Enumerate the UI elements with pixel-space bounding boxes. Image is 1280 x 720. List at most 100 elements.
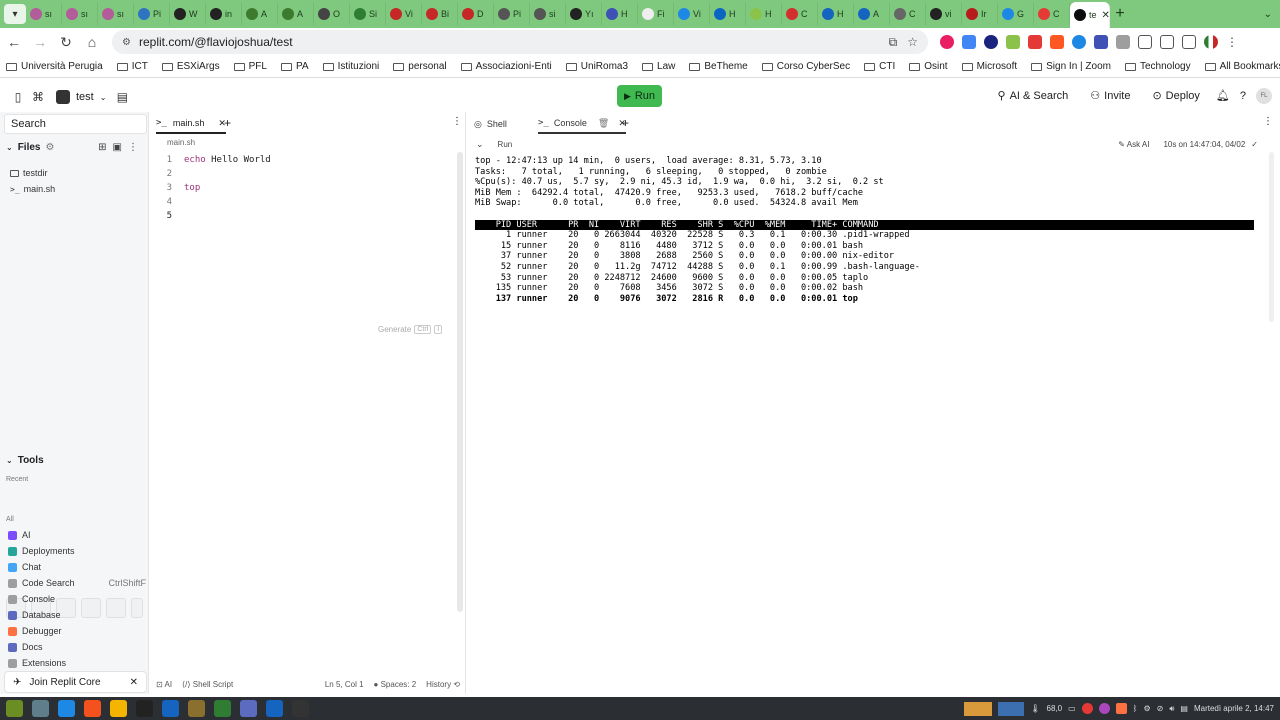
browser-tab[interactable]: H xyxy=(710,3,746,25)
new-file-icon[interactable]: ⊞ xyxy=(98,142,112,153)
bookmark-folder[interactable]: Università Perugia xyxy=(6,61,103,72)
ai-status[interactable]: ⊡ AI xyxy=(156,680,172,689)
taskbar-app-icon[interactable] xyxy=(58,700,75,717)
new-folder-icon[interactable]: ▣ xyxy=(113,142,128,153)
browser-tab[interactable]: Fi xyxy=(638,3,674,25)
taskbar-app-icon[interactable] xyxy=(136,700,153,717)
taskbar-app-icon[interactable] xyxy=(240,700,257,717)
kebab-menu-icon[interactable]: ⋮ xyxy=(1263,116,1273,127)
tray-app-icon[interactable] xyxy=(1115,703,1127,714)
browser-tab[interactable]: O xyxy=(314,3,350,25)
taskbar-app-icon[interactable] xyxy=(110,700,127,717)
deploy-button[interactable]: ⊙ Deploy xyxy=(1146,87,1205,104)
tool-item[interactable]: Deployments xyxy=(8,546,146,556)
browser-tab[interactable]: Yı xyxy=(566,3,602,25)
clipboard-icon[interactable]: ▤ xyxy=(1180,704,1188,713)
browser-tab[interactable]: C xyxy=(1034,3,1070,25)
tool-item[interactable]: Debugger xyxy=(8,626,146,636)
extension-icon[interactable] xyxy=(1116,35,1130,49)
pocket-extension-icon[interactable] xyxy=(1028,35,1042,49)
new-tab-button[interactable]: + xyxy=(1110,5,1130,23)
back-button[interactable]: ← xyxy=(2,34,26,50)
file-tree-item[interactable]: testdir xyxy=(10,168,48,178)
language-status[interactable]: ⟨/⟩ Shell Script xyxy=(182,680,233,689)
taskbar-app-icon[interactable] xyxy=(188,700,205,717)
extension-icon[interactable] xyxy=(1072,35,1086,49)
install-app-icon[interactable]: ⧉ xyxy=(889,35,898,50)
bookmark-folder[interactable]: UniRoma3 xyxy=(565,61,628,72)
browser-tab[interactable]: sı xyxy=(98,3,134,25)
code-line[interactable]: 3 top xyxy=(150,183,450,197)
notifications-bell-icon[interactable]: 🔔︎ xyxy=(1216,89,1230,102)
trash-icon[interactable]: 🗑︎ xyxy=(598,118,609,129)
repl-name-button[interactable]: test ⌄ xyxy=(56,90,106,104)
browser-tab[interactable]: Vi xyxy=(674,3,710,25)
site-info-icon[interactable]: ⚙ xyxy=(122,37,131,48)
close-icon[interactable]: ✕ xyxy=(130,677,138,688)
run-entry-label[interactable]: Run xyxy=(498,140,513,149)
extension-icon[interactable] xyxy=(984,35,998,49)
bookmark-folder[interactable]: PFL xyxy=(233,61,267,72)
bookmark-folder[interactable]: PA xyxy=(280,61,309,72)
browser-tab[interactable]: sı xyxy=(62,3,98,25)
browser-tab[interactable]: Vi xyxy=(386,3,422,25)
browser-tab[interactable]: sı xyxy=(26,3,62,25)
taskbar-app-icon[interactable] xyxy=(162,700,179,717)
browser-tab[interactable]: Si xyxy=(350,3,386,25)
tools-section-header[interactable]: ⌄ Tools xyxy=(6,455,44,466)
bookmark-folder[interactable]: Sign In | Zoom xyxy=(1031,61,1111,72)
chevron-down-icon[interactable]: ⌄ xyxy=(476,139,484,150)
indentation-status[interactable]: ● Spaces: 2 xyxy=(374,680,417,689)
browser-tab[interactable]: Bi xyxy=(422,3,458,25)
browser-tab[interactable]: D xyxy=(458,3,494,25)
kebab-menu-icon[interactable]: ⋮ xyxy=(128,142,144,153)
new-tab-button[interactable]: + xyxy=(622,116,629,130)
tab-console[interactable]: >_ Console 🗑︎ ✕ xyxy=(538,114,626,134)
browser-tab[interactable]: Pi xyxy=(494,3,530,25)
network-icon[interactable]: ⊘ xyxy=(1157,704,1164,713)
home-button[interactable]: ⌂ xyxy=(80,34,104,50)
file-tree-item[interactable]: >_ main.sh xyxy=(10,184,55,194)
new-tab-button[interactable]: + xyxy=(224,116,231,130)
extension-icon[interactable] xyxy=(1050,35,1064,49)
bookmark-folder[interactable]: Associazioni-Enti xyxy=(460,61,552,72)
translate-extension-icon[interactable] xyxy=(962,35,976,49)
bookmark-folder[interactable]: ESXiArgs xyxy=(161,61,220,72)
browser-tab-active[interactable]: te ✕ xyxy=(1070,2,1110,28)
settings-icon[interactable]: ⚙ xyxy=(1143,704,1150,713)
downloads-icon[interactable] xyxy=(1160,35,1174,49)
bookmark-folder[interactable]: Technology xyxy=(1124,61,1191,72)
tool-item[interactable]: Database xyxy=(8,610,146,620)
browser-tab[interactable]: H xyxy=(602,3,638,25)
bookmark-folder[interactable]: Corso CyberSec xyxy=(761,61,850,72)
code-line[interactable]: 5 xyxy=(150,211,450,225)
cursor-position[interactable]: Ln 5, Col 1 xyxy=(325,680,364,689)
browser-tab[interactable]: A xyxy=(242,3,278,25)
browser-tab[interactable]: H xyxy=(746,3,782,25)
generate-hint[interactable]: Generate Ctrl I xyxy=(378,325,443,334)
browser-tab[interactable]: C xyxy=(890,3,926,25)
forward-button[interactable]: → xyxy=(28,34,52,50)
browser-tab[interactable]: in xyxy=(206,3,242,25)
ask-ai-button[interactable]: ✎ Ask AI xyxy=(1118,140,1149,149)
bookmark-folder[interactable]: BeTheme xyxy=(689,61,748,72)
code-line[interactable]: 1 echo Hello World xyxy=(150,155,450,169)
kebab-menu-icon[interactable]: ⋮ xyxy=(452,116,462,127)
console-scrollbar[interactable] xyxy=(1269,152,1274,322)
layout-icon[interactable]: ▤ xyxy=(112,90,132,104)
taskbar-app-icon[interactable] xyxy=(214,700,231,717)
taskbar-app-icon[interactable] xyxy=(292,700,309,717)
browser-tab[interactable]: Ir xyxy=(962,3,998,25)
browser-tab[interactable]: W xyxy=(170,3,206,25)
browser-tab[interactable]: C xyxy=(782,3,818,25)
bookmark-folder[interactable]: Osint xyxy=(909,61,948,72)
tool-item[interactable]: AI xyxy=(8,530,146,540)
side-panel-icon[interactable] xyxy=(1182,35,1196,49)
editor-tab-main-sh[interactable]: >_ main.sh ✕ xyxy=(156,114,226,134)
code-line[interactable]: 2 xyxy=(150,169,450,183)
tray-app-icon[interactable] xyxy=(1081,703,1093,714)
terminal-output[interactable]: top - 12:47:13 up 14 min, 0 users, load … xyxy=(475,156,1255,304)
bookmark-folder[interactable]: Law xyxy=(642,61,675,72)
extension-icon[interactable] xyxy=(1006,35,1020,49)
address-bar[interactable]: ⚙ replit.com/@flaviojoshua/test ⧉ ☆ xyxy=(112,30,928,54)
